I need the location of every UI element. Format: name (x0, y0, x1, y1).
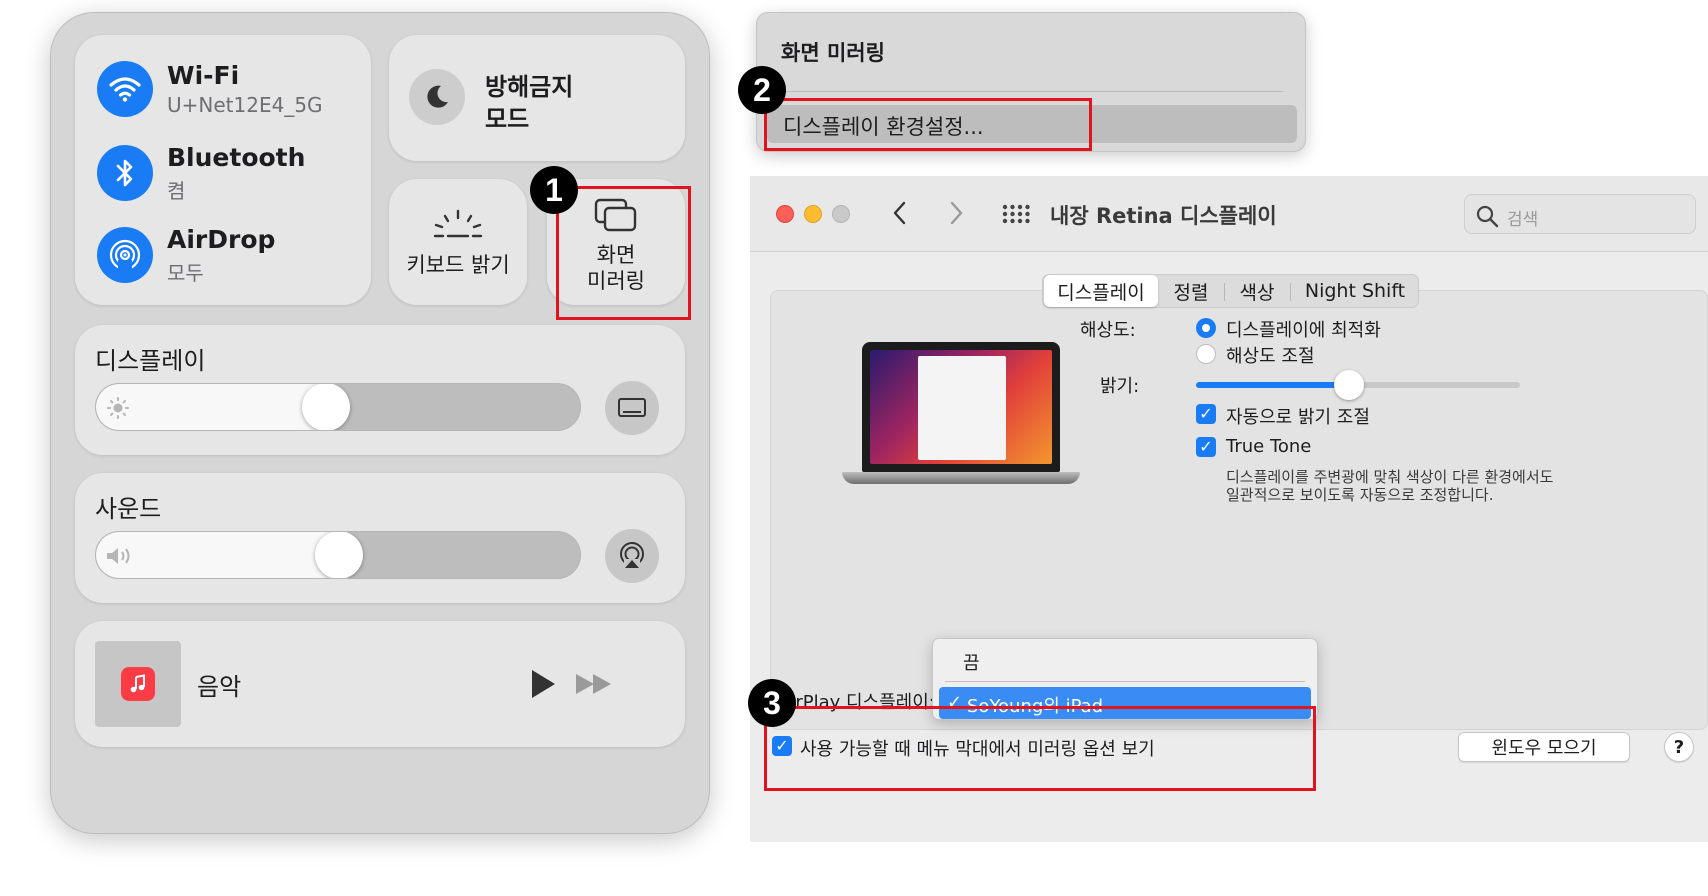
document-window (918, 356, 1006, 460)
display-settings-button[interactable] (605, 381, 659, 435)
tab-bar: 디스플레이 정렬 색상 Night Shift (1042, 274, 1419, 308)
search-placeholder: 검색 (1507, 210, 1539, 230)
annotation-box-2 (764, 98, 1092, 151)
annotation-badge-1: 1 (530, 166, 578, 214)
annotation-box-3 (764, 706, 1316, 791)
brightness-slider[interactable] (1196, 370, 1520, 400)
keyboard-brightness-label: 키보드 밝기 (406, 253, 510, 277)
keyboard-brightness-tile[interactable]: 키보드 밝기 (389, 179, 527, 305)
sound-title: 사운드 (95, 495, 162, 523)
wifi-title: Wi-Fi (167, 61, 240, 90)
auto-brightness-label: 자동으로 밝기 조절 (1226, 407, 1370, 428)
volume-slider[interactable] (95, 531, 581, 579)
macbook-illustration (842, 342, 1080, 492)
airplay-audio-button[interactable] (605, 529, 659, 583)
menu-divider (781, 91, 1283, 92)
wifi-network-name: U+Net12E4_5G (167, 93, 323, 117)
play-icon[interactable] (529, 668, 557, 700)
sound-tile: 사운드 (75, 473, 685, 603)
forward-icon[interactable] (946, 200, 966, 226)
resolution-label: 해상도: (1080, 320, 1136, 341)
tab-night-shift[interactable]: Night Shift (1291, 275, 1419, 307)
window-title: 내장 Retina 디스플레이 (1050, 204, 1277, 228)
display-brightness-slider[interactable] (95, 383, 581, 431)
wifi-toggle[interactable] (97, 61, 153, 117)
brightness-slider-knob[interactable] (1334, 370, 1364, 400)
back-icon[interactable] (890, 200, 910, 226)
fast-forward-icon[interactable] (575, 673, 613, 695)
dnd-toggle[interactable] (409, 69, 465, 125)
tab-color[interactable]: 색상 (1225, 275, 1289, 307)
bluetooth-title: Bluetooth (167, 143, 306, 172)
gather-windows-button[interactable]: 윈도우 모으기 (1458, 732, 1630, 762)
laptop-lid (862, 342, 1060, 472)
help-button[interactable]: ? (1664, 732, 1694, 762)
music-app-icon (121, 667, 155, 701)
true-tone-description-line2: 일관적으로 보이도록 자동으로 조정합니다. (1226, 486, 1494, 504)
music-note-icon (130, 674, 145, 693)
now-playing-title: 음악 (197, 673, 242, 701)
resolution-scaled-label: 해상도 조절 (1226, 346, 1315, 367)
resolution-default-label: 디스플레이에 최적화 (1226, 320, 1381, 341)
zoom-button[interactable] (832, 205, 850, 223)
do-not-disturb-tile[interactable]: 방해금지 모드 (389, 35, 685, 161)
display-brightness-fill (96, 384, 326, 430)
minimize-button[interactable] (804, 205, 822, 223)
moon-icon (427, 85, 448, 108)
dnd-title-line2: 모드 (485, 105, 530, 133)
now-playing-tile[interactable]: 음악 (75, 621, 685, 747)
airdrop-status: 모두 (167, 261, 204, 285)
volume-knob[interactable] (315, 532, 363, 578)
display-title: 디스플레이 (95, 347, 206, 375)
display-brightness-knob[interactable] (302, 384, 350, 430)
laptop-screen (870, 350, 1052, 464)
true-tone-checkbox[interactable]: ✓ (1196, 437, 1216, 457)
brightness-slider-fill (1196, 382, 1349, 388)
bluetooth-status: 켬 (167, 179, 186, 203)
tab-arrangement[interactable]: 정렬 (1159, 275, 1223, 307)
laptop-base (842, 472, 1080, 484)
airdrop-title: AirDrop (167, 225, 276, 254)
resolution-scaled-radio[interactable] (1196, 344, 1216, 364)
airdrop-toggle[interactable] (97, 227, 153, 283)
annotation-badge-2: 2 (738, 66, 786, 114)
sun-icon (107, 397, 129, 419)
resolution-default-radio[interactable] (1196, 318, 1216, 338)
control-center-panel: Wi-Fi U+Net12E4_5G Bluetooth 켬 AirDrop 모… (50, 12, 710, 834)
airplay-audio-icon (620, 542, 644, 571)
show-all-grid-icon[interactable] (1002, 204, 1030, 224)
auto-brightness-checkbox[interactable]: ✓ (1196, 404, 1216, 424)
dnd-title-line1: 방해금지 (485, 73, 574, 101)
album-art (95, 641, 181, 727)
airplay-menu-divider (945, 681, 1305, 682)
search-icon (1476, 205, 1499, 228)
annotation-box-1 (556, 186, 691, 320)
display-icon (618, 398, 646, 417)
wifi-icon (109, 77, 141, 102)
menu-title: 화면 미러링 (781, 41, 885, 65)
airdrop-icon (109, 239, 141, 272)
close-button[interactable] (776, 205, 794, 223)
keyboard-brightness-icon (433, 209, 483, 238)
search-field[interactable]: 검색 (1464, 194, 1696, 234)
display-tile: 디스플레이 (75, 325, 685, 455)
window-titlebar: 내장 Retina 디스플레이 검색 (750, 176, 1708, 252)
connectivity-tile: Wi-Fi U+Net12E4_5G Bluetooth 켬 AirDrop 모… (75, 35, 371, 305)
brightness-label: 밝기: (1100, 376, 1140, 397)
airplay-option-off[interactable]: 끔 (963, 649, 980, 675)
bluetooth-icon (116, 159, 133, 187)
true-tone-label: True Tone (1226, 436, 1312, 457)
bluetooth-toggle[interactable] (97, 145, 153, 201)
speaker-icon (107, 548, 130, 564)
tab-display[interactable]: 디스플레이 (1044, 275, 1158, 307)
annotation-badge-3: 3 (748, 679, 796, 727)
